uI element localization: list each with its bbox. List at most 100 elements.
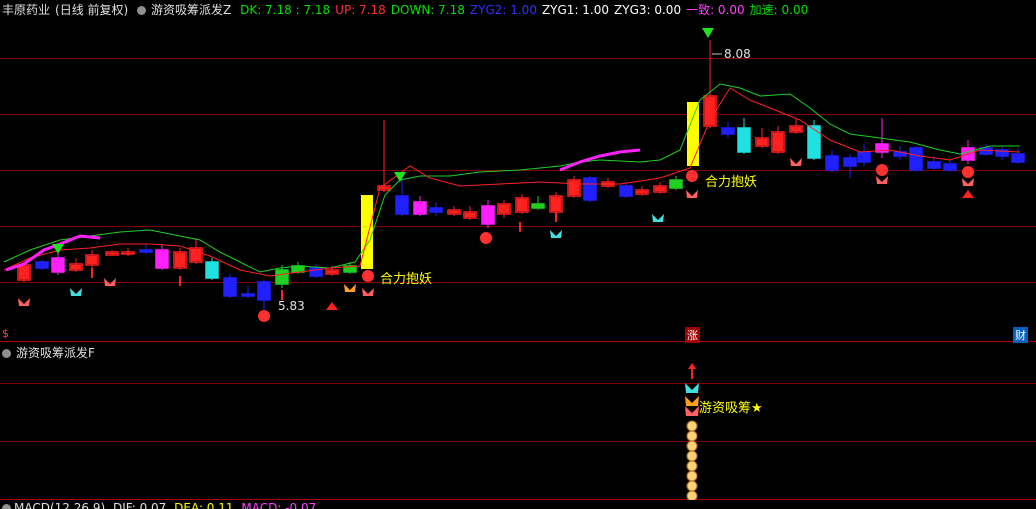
- candle-body: [619, 185, 633, 197]
- candle-body: [721, 127, 735, 135]
- butterfly-icon: [685, 396, 699, 406]
- coin-icon: [686, 480, 698, 492]
- sub-legend: 游资吸筹派发F: [2, 345, 100, 361]
- ma-green: [3, 83, 1020, 273]
- butterfly-icon: [962, 178, 974, 186]
- candle-body-fill: [191, 249, 201, 261]
- candle-body: [825, 155, 839, 171]
- high-price-label: 8.08: [724, 47, 751, 61]
- candle-body: [807, 125, 821, 159]
- period-label: (日线 前复权): [55, 3, 129, 17]
- candlestick-chart[interactable]: [0, 0, 1036, 342]
- butterfly-icon: [550, 230, 562, 238]
- macd-pane[interactable]: MACD(12,26,9) DIF: 0.07 DEA: 0.11 MACD: …: [0, 500, 1036, 509]
- candle-body: [909, 147, 923, 171]
- bottom-marker-cai: 财: [1013, 327, 1028, 343]
- butterfly-icon: [652, 214, 664, 222]
- signal-bar: [687, 102, 699, 166]
- up-triangle-icon: [326, 302, 338, 310]
- coin-icon: [686, 470, 698, 482]
- indicator-value: 一致: 0.00: [686, 3, 745, 17]
- candle-body-fill: [791, 127, 801, 131]
- sub-signal-label: 游资吸筹★: [699, 401, 763, 416]
- coin-icon: [686, 440, 698, 452]
- coin-icon: [686, 420, 698, 432]
- coin-icon: [686, 450, 698, 462]
- candle-body-fill: [757, 139, 767, 145]
- candle-body: [531, 203, 545, 209]
- butterfly-icon: [686, 190, 698, 198]
- gear-icon[interactable]: [2, 349, 11, 358]
- candle-body-fill: [637, 191, 647, 193]
- ma-red: [3, 87, 1021, 277]
- candle-body: [51, 257, 65, 273]
- butterfly-icon: [685, 383, 699, 393]
- bottom-marker-dollar: $: [2, 327, 9, 340]
- candle-body-fill: [71, 265, 81, 269]
- candle-body: [843, 157, 857, 167]
- macd-dif: DIF: 0.07: [112, 501, 167, 509]
- circle-marker-icon: [480, 232, 492, 244]
- sub-indicator-name[interactable]: 游资吸筹派发F: [16, 346, 95, 360]
- butterfly-icon: [18, 298, 30, 306]
- candle-body-fill: [499, 205, 509, 213]
- candle-body-fill: [517, 199, 527, 211]
- signal-bar: [361, 195, 373, 269]
- macd-dea: DEA: 0.11: [174, 501, 234, 509]
- candle-body: [669, 179, 683, 189]
- candle-body-fill: [19, 266, 29, 279]
- butterfly-icon: [70, 288, 82, 296]
- candle-body: [413, 201, 427, 215]
- main-chart-pane[interactable]: 丰原药业 (日线 前复权) 游资吸筹派发Z DK: 7.18 : 7.18 UP: …: [0, 0, 1036, 343]
- candle-body: [583, 177, 597, 201]
- macd-value: MACD: -0.07: [241, 501, 317, 509]
- bottom-marker-zhang: 涨: [685, 327, 700, 343]
- butterfly-icon: [685, 406, 699, 416]
- candle-body: [275, 269, 289, 285]
- candle-body-fill: [449, 211, 459, 213]
- up-triangle-icon: [962, 190, 974, 198]
- candle-body: [139, 249, 153, 253]
- candle-body-fill: [551, 197, 561, 211]
- butterfly-icon: [104, 278, 116, 286]
- sub-indicator-chart[interactable]: [0, 343, 1036, 500]
- indicator-name[interactable]: 游资吸筹派发Z: [151, 3, 231, 17]
- candle-body-fill: [655, 187, 665, 191]
- candle-body: [481, 205, 495, 225]
- candle-body-fill: [107, 253, 117, 254]
- up-arrow-head-icon: [688, 363, 696, 369]
- candle-body-fill: [773, 133, 783, 151]
- candle-body: [155, 249, 169, 269]
- indicator-value: DK: 7.18 : 7.18: [240, 3, 331, 17]
- butterfly-icon: [790, 158, 802, 166]
- macd-legend: MACD(12,26,9) DIF: 0.07 DEA: 0.11 MACD: …: [2, 500, 316, 509]
- candle-body-fill: [465, 213, 475, 217]
- down-arrow-icon: [702, 28, 714, 38]
- coin-icon: [686, 460, 698, 472]
- candle-body: [205, 261, 219, 279]
- candle-body: [1011, 153, 1025, 163]
- gear-icon[interactable]: [137, 6, 147, 15]
- candle-body: [429, 207, 443, 213]
- circle-marker-icon: [876, 164, 888, 176]
- candle-body: [223, 277, 237, 297]
- gear-icon[interactable]: [2, 504, 11, 509]
- circle-marker-icon: [258, 310, 270, 322]
- candle-body-fill: [87, 256, 97, 264]
- sub-indicator-pane[interactable]: 游资吸筹派发F 游资吸筹★: [0, 343, 1036, 500]
- butterfly-icon: [362, 288, 374, 296]
- signal-label-1: 合力抱妖: [380, 272, 433, 287]
- circle-marker-icon: [362, 270, 374, 282]
- butterfly-icon: [344, 284, 356, 292]
- candle-body: [737, 127, 751, 153]
- indicator-value: UP: 7.18: [335, 3, 386, 17]
- candle-body-fill: [327, 271, 337, 273]
- down-arrow-icon: [52, 244, 64, 254]
- stock-name: 丰原药业: [2, 3, 51, 17]
- candle-body-fill: [175, 253, 185, 267]
- butterfly-icon: [876, 176, 888, 184]
- coin-icon: [686, 430, 698, 442]
- macd-label[interactable]: MACD(12,26,9): [14, 501, 105, 509]
- indicator-value: DOWN: 7.18: [390, 3, 465, 17]
- indicator-value: ZYG1: 1.00: [541, 3, 610, 17]
